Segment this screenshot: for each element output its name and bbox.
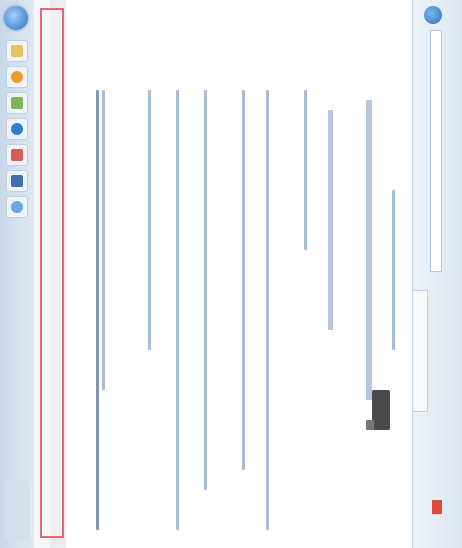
text-line	[102, 90, 105, 390]
browser-tab[interactable]	[412, 290, 428, 412]
globe-icon[interactable]	[6, 196, 28, 218]
action-button[interactable]	[372, 390, 390, 430]
text-line	[148, 90, 151, 350]
text-line	[176, 90, 179, 530]
page-heading	[328, 110, 333, 330]
scrollbar[interactable]	[366, 420, 374, 430]
back-button[interactable]	[424, 6, 442, 24]
document-icon[interactable]	[6, 144, 28, 166]
text-line	[304, 90, 307, 250]
page-title	[366, 100, 372, 400]
favicon-icon	[432, 500, 442, 514]
page-content	[66, 0, 412, 548]
folder-icon[interactable]	[6, 40, 28, 62]
taskbar	[0, 0, 35, 548]
system-tray	[4, 480, 30, 540]
highlight-box	[40, 8, 64, 538]
nav-links[interactable]	[392, 190, 395, 350]
browser-icon[interactable]	[6, 118, 28, 140]
start-button[interactable]	[4, 6, 28, 30]
text-line	[242, 90, 245, 470]
text-line	[266, 90, 269, 530]
image-icon[interactable]	[6, 92, 28, 114]
media-icon[interactable]	[6, 66, 28, 88]
text-line	[204, 90, 207, 490]
text-line	[96, 90, 99, 530]
window-icon[interactable]	[6, 170, 28, 192]
address-bar[interactable]	[430, 30, 442, 272]
